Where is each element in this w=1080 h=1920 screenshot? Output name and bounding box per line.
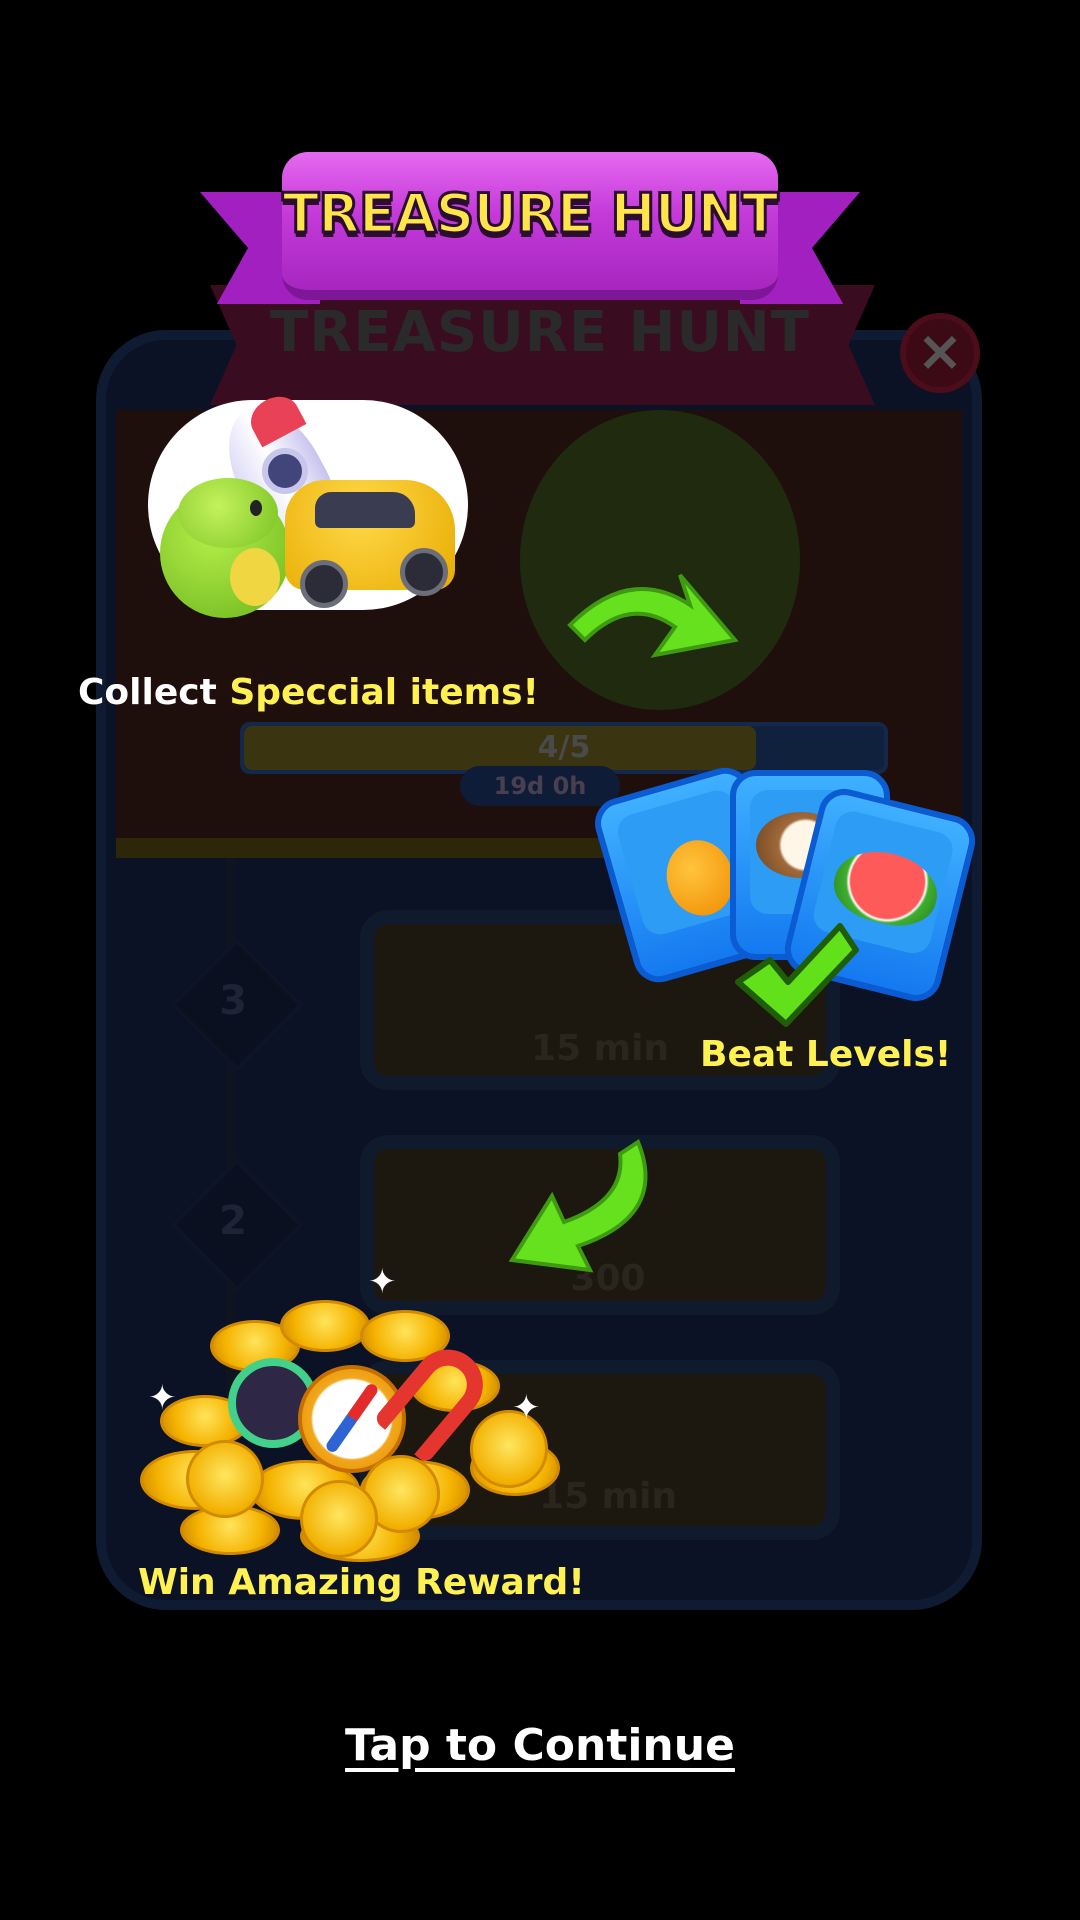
sparkle-icon: ✦ <box>512 1388 541 1428</box>
page-title: TREASURE HUNT <box>281 181 780 247</box>
curved-arrow-icon <box>567 573 739 658</box>
coin-icon <box>186 1440 264 1518</box>
background-close-button: × <box>900 313 980 393</box>
collect-prefix: Collect <box>78 672 230 713</box>
checkmark-icon <box>735 923 859 1027</box>
win-caption: Win Amazing Reward! <box>138 1562 585 1603</box>
sparkle-icon: ✦ <box>148 1378 177 1418</box>
background-timer: 19d 0h <box>460 766 620 806</box>
milestone-number-3: 3 <box>219 978 247 1024</box>
collect-caption: Collect Speccial items! <box>78 672 539 713</box>
sparkle-icon: ✦ <box>368 1262 397 1302</box>
close-icon: × <box>916 319 964 384</box>
tap-to-continue-button[interactable]: Tap to Continue <box>0 1720 1080 1771</box>
milestone-number-2: 2 <box>219 1198 247 1244</box>
curved-arrow-icon <box>508 1138 648 1273</box>
background-progress-text: 4/5 <box>537 730 591 765</box>
collect-highlight: Speccial items! <box>229 672 539 713</box>
beat-caption: Beat Levels! <box>700 1034 952 1075</box>
coin-icon <box>300 1480 378 1558</box>
